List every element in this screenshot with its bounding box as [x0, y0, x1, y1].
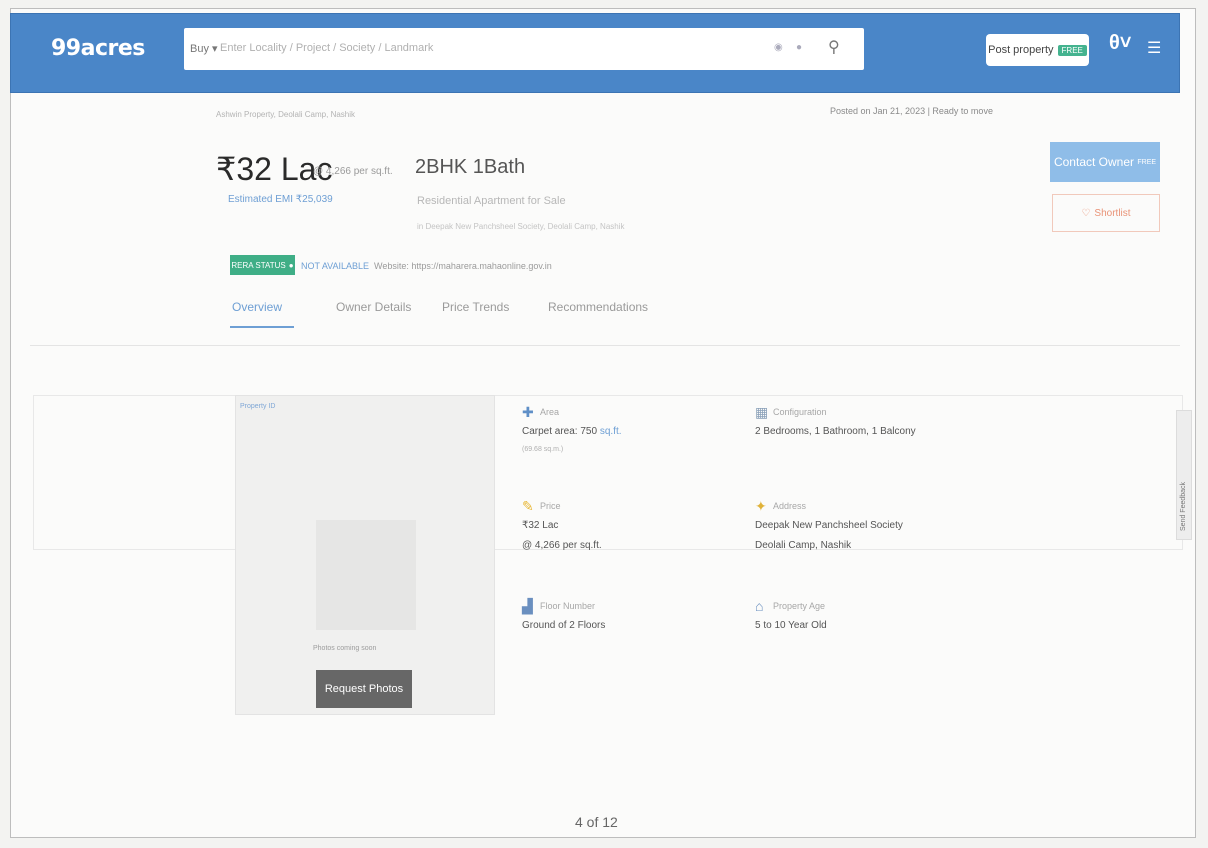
info-icon[interactable]: ● [289, 261, 294, 270]
request-photos-button[interactable]: Request Photos [316, 670, 412, 708]
building-icon: ▦ [755, 404, 769, 420]
tab-price-trends[interactable]: Price Trends [442, 300, 509, 314]
tab-owner-details[interactable]: Owner Details [336, 300, 411, 314]
search-input[interactable]: Enter Locality / Project / Society / Lan… [220, 42, 433, 54]
section-divider [30, 345, 1180, 346]
floor-icon: ▟ [522, 598, 533, 614]
site-logo[interactable]: 99acres [51, 36, 145, 61]
shortlist-button[interactable]: ♡ Shortlist [1052, 194, 1160, 232]
price-tag-icon: ✎ [522, 498, 534, 514]
rera-website-link[interactable]: Website: https://maharera.mahaonline.gov… [374, 261, 552, 271]
property-type: Residential Apartment for Sale [417, 195, 566, 207]
location-icon[interactable]: ◉ [774, 42, 783, 53]
location-pin-icon: ✦ [755, 498, 767, 514]
free-badge: FREE [1057, 44, 1087, 56]
area-icon: ✚ [522, 404, 534, 420]
emi-link[interactable]: Estimated EMI ₹25,039 [228, 194, 333, 205]
contact-owner-button[interactable]: Contact Owner FREE [1050, 142, 1160, 182]
user-account-icon[interactable]: θ˅ [1109, 32, 1132, 55]
photos-note: Photos coming soon [313, 645, 377, 652]
listing-configuration: 2BHK 1Bath [415, 156, 526, 178]
page-counter: 4 of 12 [575, 814, 618, 830]
property-location: in Deepak New Panchsheel Society, Deolal… [417, 222, 625, 231]
listing-subtitle: Ashwin Property, Deolali Camp, Nashik [216, 110, 356, 119]
search-icon[interactable]: ⚲ [828, 37, 840, 57]
hamburger-menu-icon[interactable]: ☰ [1147, 38, 1161, 58]
search-bar[interactable]: Buy ▾ Enter Locality / Project / Society… [184, 28, 864, 70]
tab-overview[interactable]: Overview [232, 300, 282, 314]
search-mode-dropdown[interactable]: Buy ▾ [190, 42, 218, 55]
house-icon: ⌂ [755, 598, 764, 614]
active-tab-indicator [230, 326, 294, 328]
post-property-button[interactable]: Post property FREE [986, 34, 1089, 66]
top-navbar: 99acres Buy ▾ Enter Locality / Project /… [10, 13, 1180, 93]
heart-icon: ♡ [1081, 207, 1091, 219]
rera-value: NOT AVAILABLE [301, 261, 370, 271]
price-per-sqft: @ 4,266 per sq.ft. [313, 166, 393, 177]
posted-info: Posted on Jan 21, 2023 | Ready to move [830, 106, 993, 116]
photo-image-placeholder [316, 520, 416, 630]
tab-recommendations[interactable]: Recommendations [548, 300, 648, 314]
rera-status-badge: RERA STATUS ● [230, 255, 295, 275]
send-feedback-tab[interactable]: Send Feedback [1176, 410, 1192, 540]
mic-icon[interactable]: ● [796, 42, 802, 53]
property-id-label: Property ID [240, 403, 276, 410]
overview-panel [33, 395, 1183, 550]
unit-dropdown[interactable]: sq.ft. [600, 426, 622, 437]
